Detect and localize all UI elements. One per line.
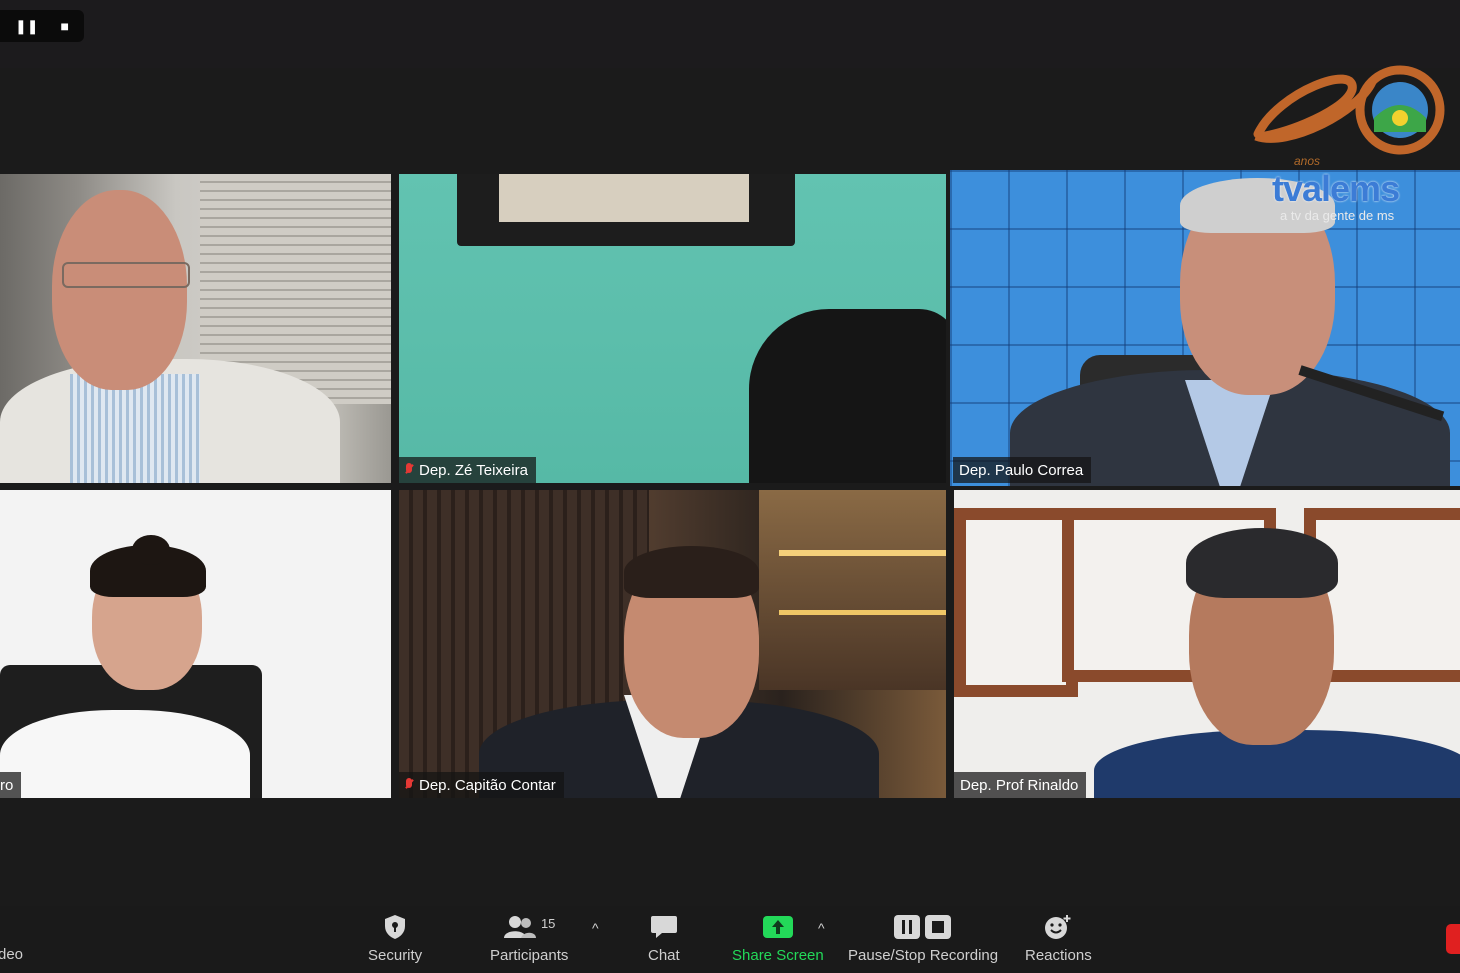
camera-feed <box>0 490 391 798</box>
recording-controls: ❚❚ ■ <box>0 10 84 42</box>
video-tile-2[interactable]: Dep. Zé Teixeira <box>399 174 946 483</box>
participants-icon: 15 <box>503 912 555 942</box>
participant-count: 15 <box>540 915 556 931</box>
reactions-label: Reactions <box>1025 947 1092 964</box>
video-tile-1[interactable] <box>0 174 391 483</box>
chat-bubble-icon <box>650 912 678 942</box>
shield-icon <box>383 912 407 942</box>
participants-button[interactable]: 15 Participants <box>490 912 569 965</box>
recording-label: Pause/Stop Recording <box>848 947 999 964</box>
brand-name: tvalems <box>1272 168 1400 209</box>
share-screen-button[interactable]: Share Screen <box>732 912 824 964</box>
smiley-plus-icon <box>1043 912 1073 942</box>
camera-feed <box>399 490 946 798</box>
security-button[interactable]: Security <box>368 912 422 964</box>
end-meeting-button[interactable] <box>1446 924 1460 954</box>
participant-name: Dep. Zé Teixeira <box>419 461 528 479</box>
video-label: deo <box>0 946 24 963</box>
share-screen-label: Share Screen <box>732 947 824 964</box>
pause-icon[interactable]: ❚❚ <box>15 19 38 33</box>
camera-feed <box>399 174 946 483</box>
pause-stop-recording-button[interactable]: Pause/Stop Recording <box>848 912 998 964</box>
video-button[interactable]: deo <box>0 941 23 963</box>
tv-watermark-logo: anos tvalems a tv da gente de ms <box>1248 52 1448 227</box>
participant-name: Dep. Capitão Contar <box>419 776 556 794</box>
chat-label: Chat <box>648 947 680 964</box>
stop-icon[interactable]: ■ <box>61 19 69 33</box>
muted-mic-icon <box>405 778 414 792</box>
participant-name: Dep. Prof Rinaldo <box>960 776 1079 794</box>
participants-menu-chevron-icon[interactable]: ^ <box>592 920 599 936</box>
participant-name: Dep. Paulo Correa <box>959 461 1084 479</box>
share-screen-icon <box>762 912 794 942</box>
participant-name-label: Dep. Prof Rinaldo <box>954 772 1087 798</box>
participant-name-label: Dep. Paulo Correa <box>953 457 1092 483</box>
participant-name-label: Dep. Zé Teixeira <box>399 457 536 483</box>
video-tile-4[interactable]: ro <box>0 490 391 798</box>
camera-feed <box>0 174 391 483</box>
brand-tagline: a tv da gente de ms <box>1280 208 1395 223</box>
camera-feed <box>954 490 1460 798</box>
reactions-button[interactable]: Reactions <box>1025 912 1092 964</box>
anos-label: anos <box>1294 154 1321 168</box>
chat-button[interactable]: Chat <box>648 912 680 964</box>
anniversary-20-logo-icon <box>1253 65 1445 155</box>
share-menu-chevron-icon[interactable]: ^ <box>818 920 825 936</box>
muted-mic-icon <box>405 463 414 477</box>
video-tile-6[interactable]: Dep. Prof Rinaldo <box>954 490 1460 798</box>
participant-name-label: Dep. Capitão Contar <box>399 772 564 798</box>
video-tile-5[interactable]: Dep. Capitão Contar <box>399 490 946 798</box>
participant-name: ro <box>0 776 14 794</box>
participants-label: Participants <box>490 947 569 964</box>
meeting-toolbar: deo Security 15 Participants ^ Chat Shar… <box>0 906 1460 973</box>
participant-name-label: ro <box>0 772 22 798</box>
pause-stop-recording-icon <box>892 912 954 942</box>
security-label: Security <box>368 947 423 964</box>
